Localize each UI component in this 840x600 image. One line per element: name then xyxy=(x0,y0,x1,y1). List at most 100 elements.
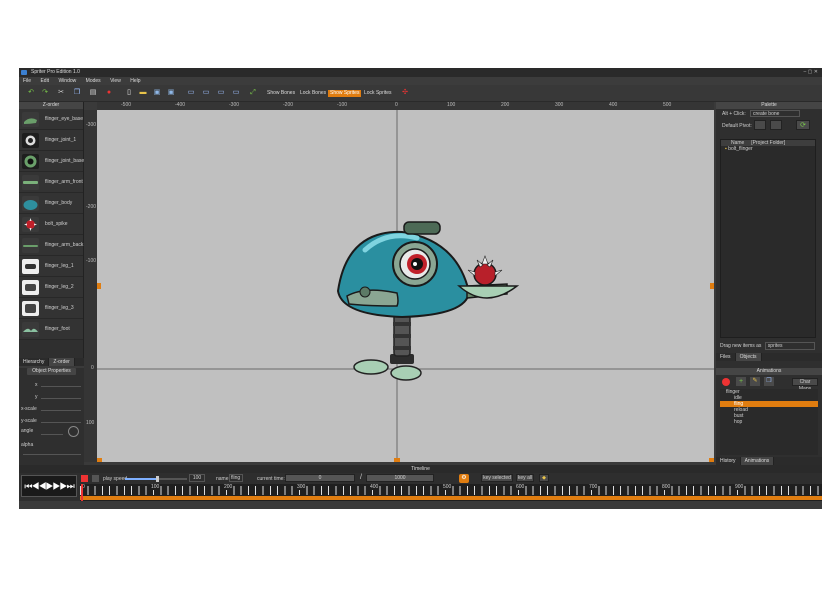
rename-animation-icon[interactable]: ✎ xyxy=(750,377,760,386)
z-order-panel: Z-order flinger_eye_base flinger_joint_1… xyxy=(19,102,84,360)
settings-icon[interactable] xyxy=(92,475,99,482)
undo-icon[interactable]: ↶ xyxy=(27,89,35,97)
folder-bolt-flinger[interactable]: ▪ bolt_flinger xyxy=(721,146,815,153)
menu-bar: File Edit Window Modes View Help xyxy=(19,77,822,85)
char-maps-button[interactable]: Char Maps xyxy=(792,378,818,392)
copy-icon[interactable]: ❐ xyxy=(73,89,81,97)
prop-x-scale-field[interactable] xyxy=(41,406,81,411)
skip-end-icon[interactable]: ⏭ xyxy=(67,481,75,491)
view-2-icon[interactable]: ▭ xyxy=(202,89,210,97)
view-1-icon[interactable]: ▭ xyxy=(187,89,195,97)
refresh-icon[interactable]: ⟳ xyxy=(796,120,810,130)
menu-file[interactable]: File xyxy=(23,78,31,84)
alt-click-select[interactable]: create bone xyxy=(750,110,800,117)
z-item-flinger-leg-1[interactable]: flinger_leg_1 xyxy=(19,256,83,277)
playhead[interactable] xyxy=(81,484,83,501)
prop-x-field[interactable] xyxy=(41,382,81,387)
total-time-field[interactable]: 1000 xyxy=(366,474,434,482)
flinger-character[interactable] xyxy=(336,221,520,381)
tab-history[interactable]: History xyxy=(716,457,741,465)
view-4-icon[interactable]: ▭ xyxy=(232,89,240,97)
loop-icon[interactable] xyxy=(81,475,88,482)
tab-files[interactable]: Files xyxy=(716,353,736,361)
z-item-label: flinger_leg_1 xyxy=(45,263,74,269)
lock-bones-button[interactable]: Lock Bones xyxy=(298,90,328,97)
z-item-flinger-arm-front[interactable]: flinger_arm_front xyxy=(19,172,83,193)
prop-y-scale-field[interactable] xyxy=(41,418,81,423)
key-icon[interactable]: ◆ xyxy=(539,474,549,482)
z-item-flinger-joint-1[interactable]: flinger_joint_1 xyxy=(19,130,83,151)
key-all-button[interactable]: key all xyxy=(516,474,534,482)
z-item-flinger-arm-back[interactable]: flinger_arm_back xyxy=(19,235,83,256)
current-time-field[interactable]: 0 xyxy=(285,474,355,482)
show-sprites-button[interactable]: Show Sprites xyxy=(328,90,362,97)
save-as-icon[interactable]: ▣ xyxy=(167,89,175,97)
new-file-icon[interactable]: ▯ xyxy=(125,89,133,97)
menu-modes[interactable]: Modes xyxy=(86,78,101,84)
pivot-center-button[interactable] xyxy=(754,120,766,130)
z-item-flinger-leg-2[interactable]: flinger_leg_2 xyxy=(19,277,83,298)
menu-window[interactable]: Window xyxy=(58,78,76,84)
menu-help[interactable]: Help xyxy=(130,78,140,84)
redo-icon[interactable]: ↷ xyxy=(41,89,49,97)
record-icon[interactable]: ● xyxy=(105,89,113,97)
angle-dial-icon[interactable] xyxy=(68,426,79,437)
tab-objects[interactable]: Objects xyxy=(735,353,762,361)
lock-sprites-button[interactable]: Lock Sprites xyxy=(362,90,394,97)
animation-name-field[interactable]: fling xyxy=(229,474,243,482)
keyframe-settings-icon[interactable]: ⚙ xyxy=(459,474,469,483)
tl-tick: 300 xyxy=(297,484,306,490)
play-speed-value[interactable]: 100 xyxy=(189,474,205,482)
anim-hop[interactable]: hop xyxy=(720,419,818,425)
snap-icon[interactable]: ✣ xyxy=(401,89,409,97)
z-item-flinger-leg-3[interactable]: flinger_leg_3 xyxy=(19,298,83,319)
timeline-range-bar[interactable] xyxy=(80,496,822,500)
z-item-bolt-spike[interactable]: bolt_spike xyxy=(19,214,83,235)
step-forward-icon[interactable]: ▶▶ xyxy=(53,481,68,491)
play-icon[interactable]: ▶ xyxy=(45,481,53,491)
prop-alpha-field[interactable] xyxy=(23,450,81,455)
alt-click-label: Alt + Click: xyxy=(722,111,746,117)
prop-angle-field[interactable] xyxy=(41,430,63,435)
menu-edit[interactable]: Edit xyxy=(40,78,49,84)
duplicate-animation-icon[interactable]: ❐ xyxy=(764,377,774,386)
z-item-flinger-body[interactable]: flinger_body xyxy=(19,193,83,214)
drag-select[interactable]: sprites xyxy=(764,342,815,350)
view-3-icon[interactable]: ▭ xyxy=(217,89,225,97)
rewind-icon[interactable]: ◀◀ xyxy=(31,481,46,491)
menu-view[interactable]: View xyxy=(110,78,121,84)
cut-icon[interactable]: ✂ xyxy=(57,89,65,97)
z-item-label: flinger_eye_base xyxy=(45,116,84,122)
palette-hint-row: Alt + Click: create bone xyxy=(716,109,822,119)
h-tick: -200 xyxy=(283,102,294,108)
pivot-custom-button[interactable] xyxy=(770,120,782,130)
tab-z-order[interactable]: Z-order xyxy=(49,358,75,366)
prop-y-field[interactable] xyxy=(41,394,81,399)
tl-tick: 200 xyxy=(224,484,233,490)
save-icon[interactable]: ▣ xyxy=(153,89,161,97)
sprite-thumbnail xyxy=(22,259,39,274)
timeline-track[interactable]: 0 100 200 300 400 500 600 700 800 900 xyxy=(80,484,822,501)
name-label: name xyxy=(216,476,229,482)
fit-view-icon[interactable]: ⤢ xyxy=(249,89,257,97)
show-bones-button[interactable]: Show Bones xyxy=(265,90,297,97)
z-item-flinger-eye-base[interactable]: flinger_eye_base xyxy=(19,109,83,130)
play-speed-label: play speed xyxy=(103,476,128,482)
paste-icon[interactable]: ▤ xyxy=(89,89,97,97)
new-animation-icon[interactable]: + xyxy=(736,377,746,386)
tab-animations[interactable]: Animations xyxy=(740,457,775,465)
scroll-handle-bottom-mid xyxy=(394,458,400,462)
open-folder-icon[interactable]: ▬ xyxy=(139,89,147,97)
play-speed-handle[interactable] xyxy=(156,476,159,482)
h-tick: 100 xyxy=(447,102,456,108)
z-item-label: flinger_foot xyxy=(45,326,70,332)
canvas-viewport[interactable] xyxy=(97,110,714,462)
drag-label: Drag new items as xyxy=(720,343,762,349)
z-item-flinger-foot[interactable]: flinger_foot xyxy=(19,319,83,340)
key-selected-button[interactable]: key selected xyxy=(481,474,513,482)
z-item-flinger-joint-base[interactable]: flinger_joint_base xyxy=(19,151,84,172)
window-controls[interactable]: – ▢ ✕ xyxy=(804,68,818,77)
tab-hierarchy[interactable]: Hierarchy xyxy=(19,358,50,366)
folder-icon: ▪ xyxy=(725,146,727,152)
delete-animation-icon[interactable] xyxy=(722,378,730,386)
